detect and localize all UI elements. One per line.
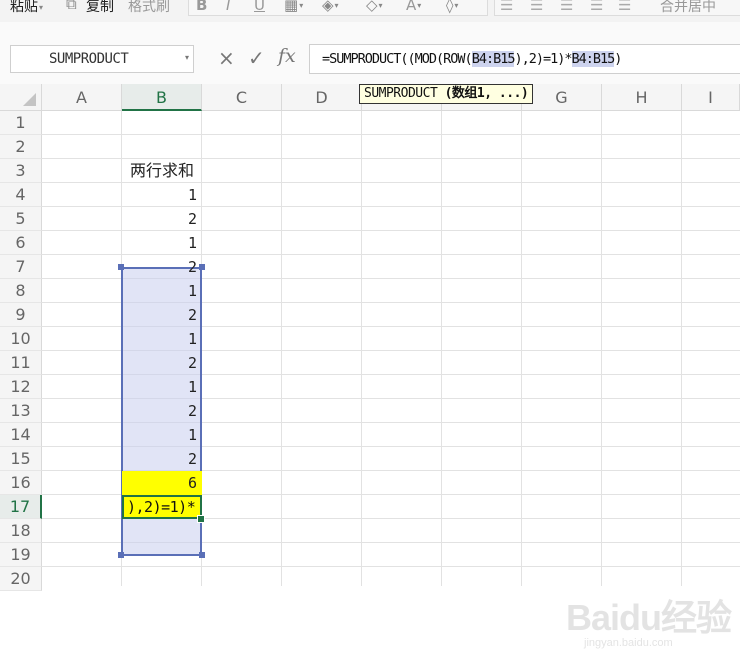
cell-b10[interactable]: 1 [122,327,202,351]
name-box-dropdown-icon[interactable]: ▾ [185,53,189,62]
column-header-g[interactable]: G [522,84,602,111]
paste-button[interactable]: 粘贴▾ [10,0,43,16]
row-header-1[interactable]: 1 [0,111,42,135]
name-box-value: SUMPRODUCT [49,51,129,67]
cell-b3[interactable]: 两行求和 [122,159,202,183]
font-color-a-icon[interactable]: A▾ [406,0,421,14]
row-header-19[interactable]: 19 [0,543,42,567]
cell-b16[interactable]: 6 [122,471,202,495]
copy-button[interactable]: 复制 [86,0,114,16]
cell-b5[interactable]: 2 [122,207,202,231]
row-header-20[interactable]: 20 [0,567,42,591]
formula-range-ref: B4:B15 [571,51,615,67]
border-icon[interactable]: ▦▾ [284,0,303,14]
watermark-url: jingyan.baidu.com [584,637,673,649]
cell-b15[interactable]: 2 [122,447,202,471]
cell-b12[interactable]: 1 [122,375,202,399]
row-header-9[interactable]: 9 [0,303,42,327]
row-header-14[interactable]: 14 [0,423,42,447]
align-center-icon[interactable]: ☰ [530,0,543,14]
copy-icon[interactable]: ⧉ [66,0,77,13]
cell-b11[interactable]: 2 [122,351,202,375]
formula-bar: SUMPRODUCT ▾ × ✓ fx =SUMPRODUCT((MOD(ROW… [0,22,740,84]
clear-format-icon[interactable]: ◊▾ [446,0,458,14]
column-header-d[interactable]: D [282,84,362,111]
column-header-b[interactable]: B [122,84,202,111]
row-header-12[interactable]: 12 [0,375,42,399]
select-all-corner[interactable] [0,84,42,111]
distributed-icon[interactable]: ☰ [618,0,631,14]
column-header-a[interactable]: A [42,84,122,111]
row-header-4[interactable]: 4 [0,183,42,207]
gridline [42,566,740,567]
baidu-watermark: Baidu经验 jingyan.baidu.com [566,589,736,659]
insert-function-icon[interactable]: fx [278,45,296,67]
paste-label: 粘贴 [10,0,38,15]
cell-b4[interactable]: 1 [122,183,202,207]
formula-input[interactable]: =SUMPRODUCT((MOD(ROW(B4:B15),2)=1)*B4:B1… [309,44,740,74]
format-painter-button[interactable]: 格式刷 [128,0,170,16]
row-header-11[interactable]: 11 [0,351,42,375]
row-header-5[interactable]: 5 [0,207,42,231]
formula-part: =SUMPRODUCT((MOD(ROW( [322,51,473,67]
justify-icon[interactable]: ☰ [590,0,603,14]
cell-b8[interactable]: 1 [122,279,202,303]
tooltip-function-name: SUMPRODUCT [364,86,438,101]
column-header-c[interactable]: C [202,84,282,111]
align-right-icon[interactable]: ☰ [560,0,573,14]
row-header-3[interactable]: 3 [0,159,42,183]
align-left-icon[interactable]: ☰ [500,0,513,14]
row-header-16[interactable]: 16 [0,471,42,495]
row-header-15[interactable]: 15 [0,447,42,471]
spreadsheet-grid: A B C D E F G H I 1 2 3 4 5 6 7 8 9 10 1… [0,84,740,649]
name-box[interactable]: SUMPRODUCT ▾ [10,45,194,73]
formula-part: ) [614,51,622,67]
cancel-icon[interactable]: × [218,46,235,70]
row-header-6[interactable]: 6 [0,231,42,255]
row-header-17[interactable]: 17 [0,495,42,519]
formula-part: ),2)=1)* [514,51,572,67]
enter-check-icon[interactable]: ✓ [248,46,265,70]
formula-text: =SUMPRODUCT((MOD(ROW(B4:B15),2)=1)*B4:B1… [322,51,622,67]
formula-range-ref: B4:B15 [471,51,515,67]
cell-b17-editing[interactable]: ),2)=1)* [122,495,202,519]
row-header-7[interactable]: 7 [0,255,42,279]
cell-b6[interactable]: 1 [122,231,202,255]
gridline [42,134,740,135]
paste-dropdown-icon[interactable]: ▾ [39,3,43,12]
fill-handle[interactable] [197,515,205,523]
italic-icon[interactable]: I [226,0,230,14]
cell-b14[interactable]: 1 [122,423,202,447]
select-all-triangle-icon [23,93,36,106]
fill-color-icon[interactable]: ◈▾ [322,0,339,14]
cell-b13[interactable]: 2 [122,399,202,423]
bold-icon[interactable]: B [196,0,207,14]
cell-b9[interactable]: 2 [122,303,202,327]
row-header-10[interactable]: 10 [0,327,42,351]
column-header-h[interactable]: H [602,84,682,111]
tooltip-arguments: (数组1, ...) [444,86,529,101]
range-handle-bottom-right[interactable] [199,552,205,558]
watermark-logo-text: Baidu经验 [566,597,732,638]
font-color-icon[interactable]: ◇▾ [366,0,383,14]
ribbon-toolbar: 粘贴▾ ⧉ 复制 格式刷 B I U ▦▾ ◈▾ ◇▾ A▾ ◊▾ ☰ ☰ ☰ … [0,0,740,23]
column-header-i[interactable]: I [682,84,740,111]
row-header-18[interactable]: 18 [0,519,42,543]
row-header-2[interactable]: 2 [0,135,42,159]
function-tooltip: SUMPRODUCT (数组1, ...) [359,84,534,104]
row-header-8[interactable]: 8 [0,279,42,303]
row-header-13[interactable]: 13 [0,399,42,423]
range-handle-bottom-left[interactable] [118,552,124,558]
cell-b7[interactable]: 2 [122,255,202,279]
underline-icon[interactable]: U [254,0,265,14]
merge-center-button[interactable]: 合并居中 [660,0,716,16]
